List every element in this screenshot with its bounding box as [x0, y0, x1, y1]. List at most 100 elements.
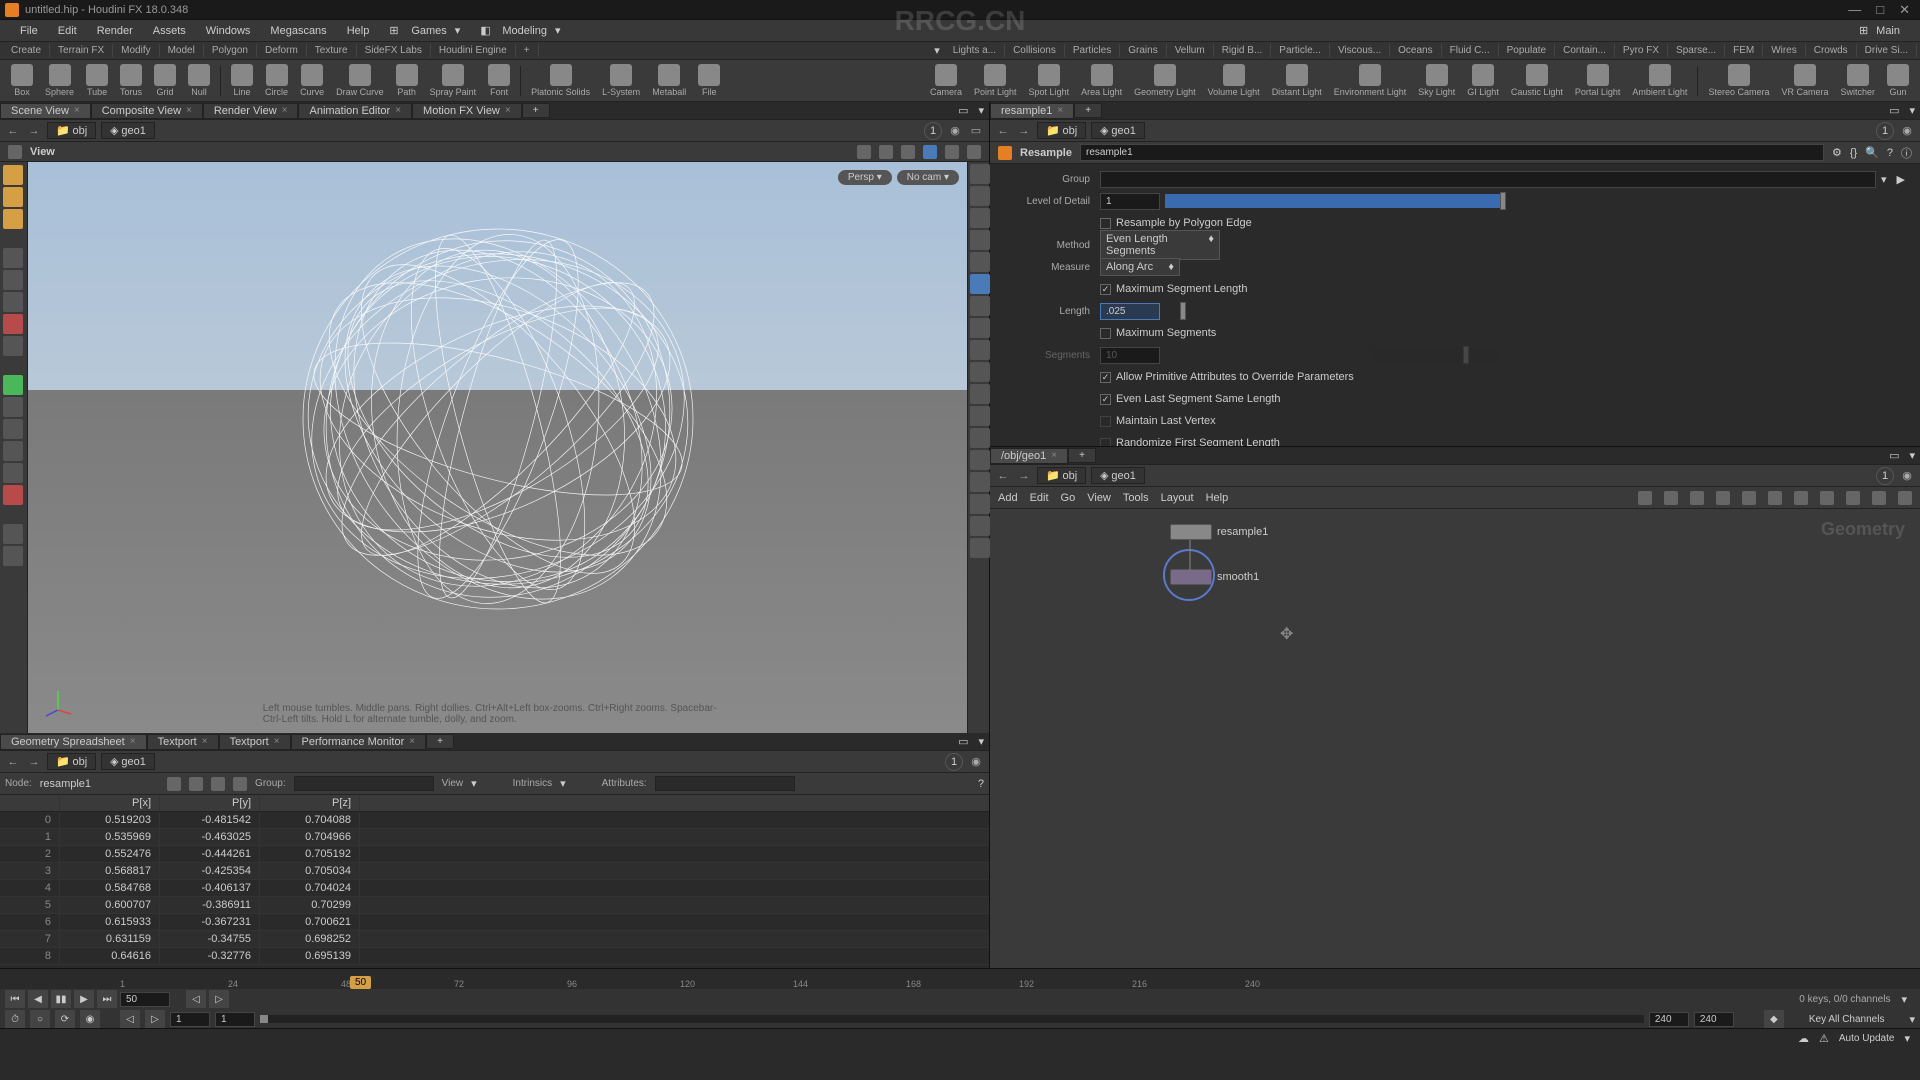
- tool-path[interactable]: Path: [390, 62, 424, 99]
- tool-point-light[interactable]: Point Light: [968, 62, 1023, 99]
- shelf-tab[interactable]: SideFX Labs: [357, 44, 431, 57]
- tool-grid[interactable]: Grid: [148, 62, 182, 99]
- snap-icon[interactable]: [967, 145, 981, 159]
- display-tool[interactable]: [970, 428, 990, 448]
- close-icon[interactable]: ×: [505, 105, 511, 116]
- menu-megascans[interactable]: Megascans: [260, 25, 336, 37]
- net-tool-icon[interactable]: [1638, 491, 1652, 505]
- pane-menu-icon[interactable]: ▾: [1904, 104, 1920, 117]
- tool[interactable]: [3, 441, 23, 461]
- last-frame-button[interactable]: ⏭: [97, 990, 117, 1008]
- close-icon[interactable]: ×: [282, 105, 288, 116]
- net-menu-view[interactable]: View: [1087, 492, 1111, 504]
- tool-camera[interactable]: Camera: [924, 62, 968, 99]
- link-icon[interactable]: ◉: [1899, 123, 1915, 139]
- net-menu-tools[interactable]: Tools: [1123, 492, 1149, 504]
- prev-key-button[interactable]: ◁: [186, 990, 206, 1008]
- play-backward-button[interactable]: ▮▮: [51, 990, 71, 1008]
- view-label[interactable]: View: [442, 778, 464, 789]
- even-last-checkbox[interactable]: Even Last Segment Same Length: [1100, 393, 1281, 405]
- camera-dropdown[interactable]: No cam ▾: [897, 170, 959, 185]
- pin-icon[interactable]: 1: [924, 122, 942, 140]
- tool-geo-light[interactable]: Geometry Light: [1128, 62, 1202, 99]
- forward-button[interactable]: →: [26, 123, 42, 139]
- arrow-icon[interactable]: ▶: [1892, 173, 1910, 186]
- chevron-down-icon[interactable]: ▾: [929, 44, 945, 57]
- tool-gi-light[interactable]: GI Light: [1461, 62, 1505, 99]
- measure-dropdown[interactable]: Along Arc♦: [1100, 258, 1180, 276]
- net-tool-icon[interactable]: [1690, 491, 1704, 505]
- path-geo[interactable]: ◈ geo1: [101, 122, 155, 139]
- menu-help[interactable]: Help: [337, 25, 380, 37]
- snapshot-icon[interactable]: ▭: [968, 123, 984, 139]
- net-tool-icon[interactable]: [1716, 491, 1730, 505]
- menu-windows[interactable]: Windows: [196, 25, 261, 37]
- tool[interactable]: [3, 314, 23, 334]
- close-icon[interactable]: ×: [1051, 450, 1057, 461]
- lod-slider[interactable]: [1165, 194, 1910, 208]
- path-geo[interactable]: ◈ geo1: [101, 753, 155, 770]
- tool[interactable]: [3, 397, 23, 417]
- forward-button[interactable]: →: [26, 754, 42, 770]
- add-tab-button[interactable]: +: [522, 103, 550, 118]
- table-row[interactable]: 30.568817-0.4253540.705034: [0, 863, 989, 880]
- display-tool[interactable]: [970, 186, 990, 206]
- key-all-dropdown[interactable]: Key All Channels: [1789, 1014, 1905, 1025]
- tab-params[interactable]: resample1×: [990, 103, 1074, 119]
- close-icon[interactable]: ×: [202, 736, 208, 747]
- pane-menu-icon[interactable]: ▭: [953, 735, 973, 748]
- help-icon[interactable]: ?: [1887, 147, 1893, 159]
- back-button[interactable]: ←: [995, 123, 1011, 139]
- close-icon[interactable]: ×: [409, 736, 415, 747]
- pane-menu-icon[interactable]: ▭: [1884, 104, 1904, 117]
- display-tool[interactable]: [970, 384, 990, 404]
- detail-icon[interactable]: [233, 777, 247, 791]
- col-header[interactable]: P[x]: [60, 795, 160, 811]
- search-icon[interactable]: 🔍: [1865, 146, 1879, 159]
- menu-assets[interactable]: Assets: [143, 25, 196, 37]
- tool-caustic-light[interactable]: Caustic Light: [1505, 62, 1569, 99]
- shelf-tab[interactable]: Crowds: [1806, 44, 1857, 57]
- prev-frame-button[interactable]: ◀: [28, 990, 48, 1008]
- shelf-tab[interactable]: Particles: [1065, 44, 1120, 57]
- display-tool[interactable]: [970, 318, 990, 338]
- network-canvas[interactable]: Geometry resample1 smooth1 ✥: [990, 509, 1920, 968]
- display-tool[interactable]: [970, 296, 990, 316]
- table-row[interactable]: 00.519203-0.4815420.704088: [0, 812, 989, 829]
- close-icon[interactable]: ×: [395, 105, 401, 116]
- next-range-button[interactable]: ▷: [145, 1010, 165, 1028]
- prims-icon[interactable]: [211, 777, 225, 791]
- tool-metaball[interactable]: Metaball: [646, 62, 692, 99]
- auto-update-dropdown[interactable]: Auto Update: [1839, 1033, 1895, 1044]
- globe-icon[interactable]: ◉: [947, 123, 963, 139]
- length-input[interactable]: [1100, 303, 1160, 320]
- tab-textport[interactable]: Textport×: [219, 734, 291, 750]
- path-obj[interactable]: 📁 obj: [1037, 467, 1086, 484]
- code-icon[interactable]: {}: [1850, 147, 1857, 159]
- persp-dropdown[interactable]: Persp ▾: [838, 170, 892, 185]
- viewport[interactable]: Persp ▾ No cam ▾ Left mouse tumbles. Mid…: [28, 162, 967, 733]
- net-menu-add[interactable]: Add: [998, 492, 1018, 504]
- tool[interactable]: [3, 485, 23, 505]
- close-icon[interactable]: ×: [274, 736, 280, 747]
- shelf-tab[interactable]: Wires: [1763, 44, 1806, 57]
- max-segments-checkbox[interactable]: Maximum Segments: [1100, 327, 1216, 339]
- net-tool-icon[interactable]: [1768, 491, 1782, 505]
- range-end-input[interactable]: [1649, 1012, 1689, 1027]
- group-param-input[interactable]: [1100, 171, 1876, 188]
- tool-draw-curve[interactable]: Draw Curve: [330, 62, 390, 99]
- intrinsics-label[interactable]: Intrinsics: [513, 778, 552, 789]
- realtime-toggle[interactable]: ⏱: [5, 1010, 25, 1028]
- tool[interactable]: [3, 375, 23, 395]
- add-tab-button[interactable]: +: [426, 734, 454, 749]
- chevron-down-icon[interactable]: ▾: [1904, 1032, 1910, 1045]
- current-frame-input[interactable]: [120, 992, 170, 1007]
- method-dropdown[interactable]: Even Length Segments♦: [1100, 230, 1220, 260]
- path-geo[interactable]: ◈ geo1: [1091, 467, 1145, 484]
- shelf-tab[interactable]: Pyro FX: [1615, 44, 1668, 57]
- display-tool[interactable]: [970, 362, 990, 382]
- shelf-tab[interactable]: Lights a...: [945, 44, 1005, 57]
- net-menu-edit[interactable]: Edit: [1030, 492, 1049, 504]
- length-slider[interactable]: [1165, 304, 1910, 318]
- node-smooth1[interactable]: smooth1: [1170, 569, 1259, 585]
